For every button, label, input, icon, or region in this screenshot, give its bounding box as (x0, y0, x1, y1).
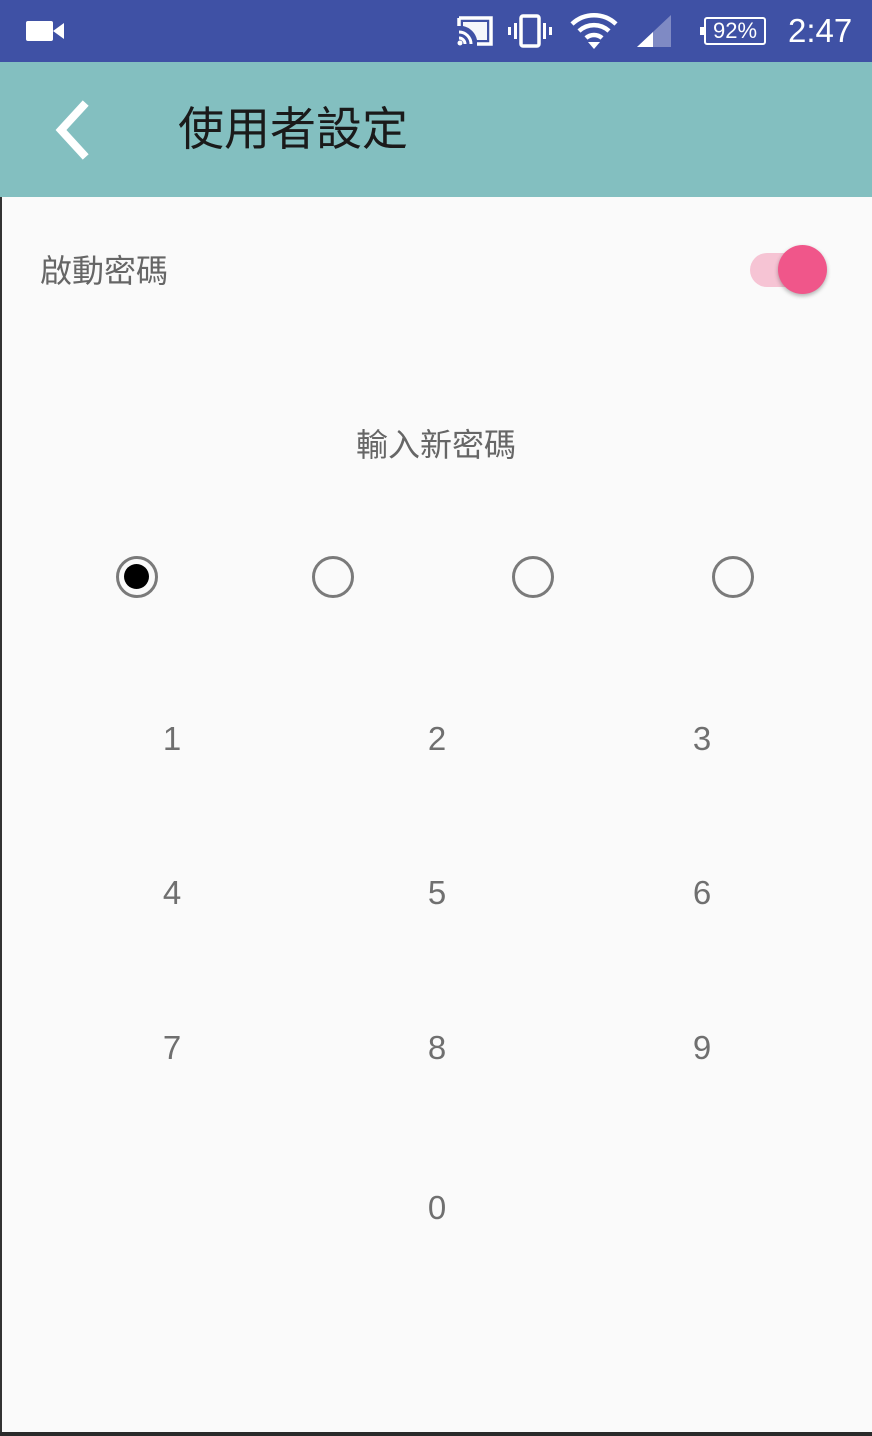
window-bottom-edge (0, 1432, 872, 1436)
enable-password-toggle[interactable] (750, 245, 830, 295)
status-bar: 92% 2:47 (0, 0, 872, 62)
cast-icon (455, 0, 495, 62)
back-button[interactable] (36, 92, 106, 167)
key-3[interactable]: 3 (622, 694, 782, 784)
video-icon (26, 0, 66, 62)
chevron-left-icon (55, 99, 89, 160)
battery-icon: 92% (700, 0, 766, 62)
key-0[interactable]: 0 (357, 1163, 517, 1253)
key-2[interactable]: 2 (357, 694, 517, 784)
pin-dot-1 (116, 556, 158, 598)
key-6[interactable]: 6 (622, 848, 782, 938)
pin-dot-4 (712, 556, 754, 598)
pin-prompt: 輸入新密碼 (355, 426, 516, 464)
key-7[interactable]: 7 (92, 1003, 252, 1093)
key-4[interactable]: 4 (92, 848, 252, 938)
key-5[interactable]: 5 (357, 848, 517, 938)
signal-icon (635, 0, 673, 62)
enable-password-row: 啟動密碼 (0, 200, 872, 340)
vibrate-icon (508, 0, 552, 62)
pin-dot-3 (512, 556, 554, 598)
toggle-thumb (778, 245, 827, 294)
page-title: 使用者設定 (178, 102, 408, 156)
battery-level: 92% (700, 17, 766, 45)
clock: 2:47 (788, 12, 853, 49)
pin-dot-2 (312, 556, 354, 598)
key-1[interactable]: 1 (92, 694, 252, 784)
app-bar: 使用者設定 (0, 62, 872, 197)
enable-password-label: 啟動密碼 (40, 252, 169, 290)
window-edge (0, 197, 2, 1436)
key-9[interactable]: 9 (622, 1003, 782, 1093)
wifi-icon (570, 0, 618, 62)
key-8[interactable]: 8 (357, 1003, 517, 1093)
